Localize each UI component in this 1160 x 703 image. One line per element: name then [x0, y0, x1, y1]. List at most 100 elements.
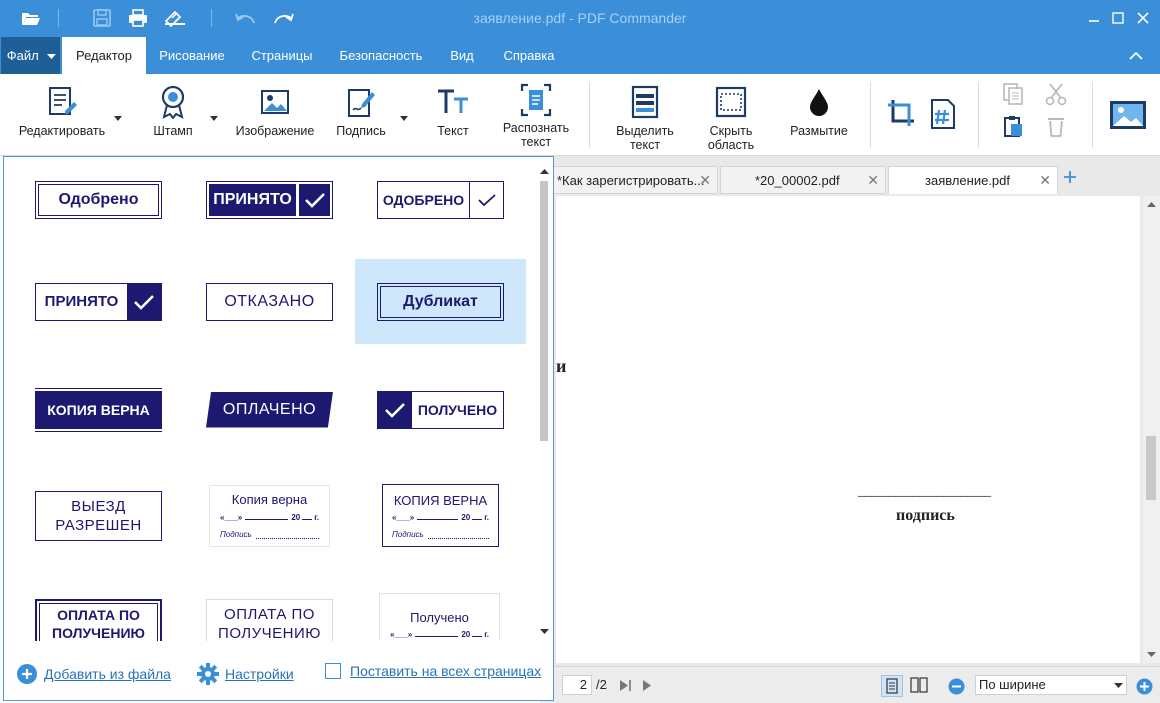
scroll-up-icon[interactable] [1147, 202, 1156, 208]
add-from-file-link[interactable]: Добавить из файла [16, 663, 171, 685]
copy-icon [1003, 83, 1023, 105]
blur-button[interactable]: Размытие [786, 84, 852, 138]
stamp-copy-form-caps-frame: КОПИЯ ВЕРНА «___» 20 г. Подпись [382, 484, 499, 547]
page-number-input[interactable]: 2 [562, 675, 592, 695]
tab-help[interactable]: Справка [496, 37, 562, 74]
stamp-copy-true[interactable]: КОПИЯ ВЕРНА [13, 367, 184, 452]
stamp-received-form-frame: Получено «___» 20 г. [379, 593, 500, 641]
checkbox-box[interactable] [325, 663, 341, 679]
menu-file[interactable]: Файл [1, 37, 60, 74]
stamp-pay-on-receipt-bold[interactable]: ОПЛАТА ПО ПОЛУЧЕНИЮ [35, 599, 162, 641]
collapse-ribbon-button[interactable] [1120, 38, 1152, 74]
save-icon[interactable] [89, 6, 115, 30]
stamp-accepted-check[interactable]: ПРИНЯТО [184, 157, 355, 242]
copy-button[interactable] [1000, 82, 1026, 109]
single-page-view-button[interactable] [881, 675, 903, 697]
tab-drawing[interactable]: Рисование [150, 37, 234, 74]
tab-editor[interactable]: Редактор [62, 37, 146, 74]
delete-button[interactable] [1043, 114, 1069, 141]
close-tab-icon[interactable]: ✕ [867, 167, 879, 194]
hide-area-label-1: Скрыть [709, 124, 753, 138]
zoom-select[interactable]: По ширине [975, 675, 1127, 695]
cut-button[interactable] [1043, 82, 1069, 109]
minimize-icon[interactable] [1083, 7, 1105, 29]
image-button[interactable]: Изображение [232, 84, 318, 138]
check-icon [378, 391, 412, 428]
scrollbar-thumb[interactable] [1146, 436, 1156, 500]
scroll-down-icon[interactable] [540, 629, 549, 635]
panel-scrollbar-thumb[interactable] [540, 181, 548, 441]
page-numbering-button[interactable] [926, 98, 960, 133]
next-page-icon[interactable] [643, 680, 652, 691]
doc-tab-2[interactable]: *20_00002.pdf ✕ [720, 166, 886, 194]
text-button[interactable]: Текст [426, 84, 480, 138]
select-text-button[interactable]: Выделить текст [610, 84, 680, 152]
panel-footer: Добавить из файла Настройки Поставить на… [4, 647, 553, 700]
crop-button[interactable] [884, 98, 918, 131]
print-icon[interactable] [125, 6, 151, 30]
stamp-accepted[interactable]: ПРИНЯТО [13, 259, 184, 344]
new-tab-button[interactable] [1062, 169, 1084, 191]
maximize-icon[interactable] [1107, 7, 1129, 29]
stamp-pay-bold-line2: ПОЛУЧЕНИЮ [52, 625, 145, 641]
edit-button[interactable]: Редактировать [14, 84, 110, 138]
doc-tab-3[interactable]: заявление.pdf ✕ [888, 166, 1058, 194]
zoom-out-button[interactable] [948, 678, 965, 698]
ocr-button[interactable]: Распознать текст [496, 82, 576, 149]
stamp-accepted2-label: ПРИНЯТО [44, 293, 119, 310]
stamp-copy-form-caps[interactable]: КОПИЯ ВЕРНА «___» 20 г. Подпись [355, 473, 526, 558]
pdf-page[interactable]: и ______________________ подпись [556, 196, 1140, 663]
stamp-pay-on-receipt[interactable]: ОПЛАТА ПО ПОЛУЧЕНИЮ [206, 599, 333, 641]
panel-scrollbar[interactable] [538, 165, 552, 640]
insert-image-button[interactable] [1108, 100, 1148, 133]
stamp-approved-caps[interactable]: ОДОБРЕНО [355, 157, 526, 242]
document-tabs: *Как зарегистрировать... ✕ *20_00002.pdf… [540, 166, 1160, 194]
paste-button[interactable] [1000, 114, 1026, 141]
stamp-button[interactable]: Штамп [140, 84, 206, 138]
tab-view[interactable]: Вид [438, 37, 486, 74]
scroll-down-icon[interactable] [1147, 652, 1156, 658]
stamp-approved-caps-label: ОДОБРЕНО [382, 191, 465, 208]
scan-icon[interactable] [162, 6, 188, 30]
open-folder-icon[interactable] [18, 6, 44, 30]
redo-icon[interactable] [270, 6, 296, 30]
stamp-sign-row: Подпись [220, 530, 319, 539]
two-page-view-button[interactable] [909, 675, 931, 697]
close-window-icon[interactable] [1132, 7, 1154, 29]
close-tab-icon[interactable]: ✕ [1039, 167, 1051, 194]
sign-label: Подпись [336, 124, 386, 138]
stamp-approved[interactable]: Одобрено [13, 157, 184, 242]
settings-link[interactable]: Настройки [197, 663, 294, 685]
stamp-accepted-label: ПРИНЯТО [209, 183, 296, 216]
tab-pages[interactable]: Страницы [240, 37, 324, 74]
last-page-icon[interactable] [620, 680, 632, 691]
stamp-duplicate[interactable]: Дубликат [355, 259, 526, 344]
scroll-up-icon[interactable] [540, 169, 549, 175]
zoom-in-button[interactable] [1136, 678, 1153, 698]
chevron-down-icon[interactable] [400, 116, 408, 122]
hide-area-button[interactable]: Скрыть область [698, 84, 764, 152]
stamp-paid[interactable]: ОПЛАЧЕНО [184, 367, 355, 452]
stamp-exit-allowed[interactable]: ВЫЕЗД РАЗРЕШЕН [13, 473, 184, 558]
scissors-icon [1045, 83, 1067, 106]
stamp-received-form[interactable]: Получено «___» 20 г. [379, 593, 500, 641]
document-scrollbar[interactable] [1143, 196, 1160, 663]
undo-icon[interactable] [233, 6, 259, 30]
stamp-rejected[interactable]: ОТКАЗАНО [184, 259, 355, 344]
ribbon: Редактировать Штамп Изображение Подпись … [0, 74, 1160, 156]
apply-all-pages-checkbox[interactable]: Поставить на всех страницах [325, 663, 541, 679]
close-tab-icon[interactable]: ✕ [699, 167, 711, 194]
stamp-exit-frame: ВЫЕЗД РАЗРЕШЕН [35, 490, 162, 541]
tab-security[interactable]: Безопасность [332, 37, 430, 74]
chevron-down-icon[interactable] [210, 116, 218, 122]
stamp-date-suffix: г. [484, 512, 489, 522]
stamp-received[interactable]: ПОЛУЧЕНО [355, 367, 526, 452]
menu-file-label: Файл [6, 48, 39, 63]
stamp-approved-label: Одобрено [35, 180, 162, 219]
sign-button[interactable]: Подпись [330, 84, 392, 138]
doc-tab-1[interactable]: *Как зарегистрировать... ✕ [548, 166, 718, 194]
hide-area-label-2: область [707, 138, 755, 152]
stamp-row-partial: ОПЛАТА ПО ПОЛУЧЕНИЮ ОПЛАТА ПО ПОЛУЧЕНИЮ … [4, 583, 536, 641]
chevron-down-icon[interactable] [114, 116, 122, 122]
stamp-copy-form[interactable]: Копия верна «___» 20 г. Подпись [184, 473, 355, 558]
